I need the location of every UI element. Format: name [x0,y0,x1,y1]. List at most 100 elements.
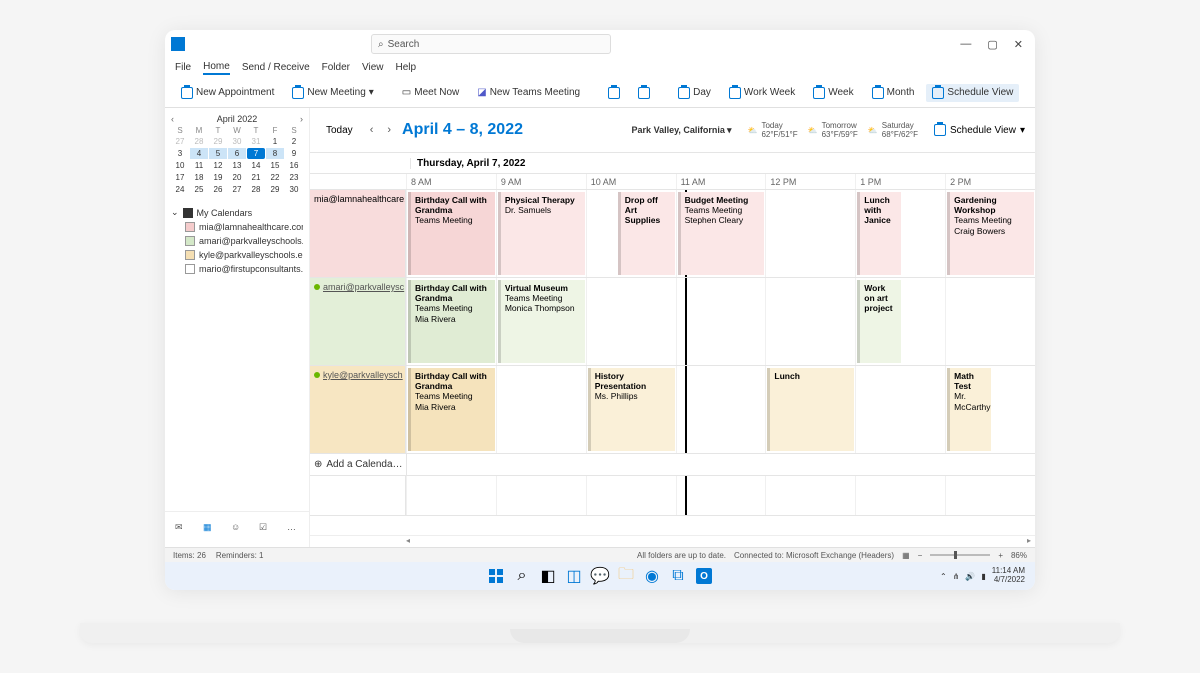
location-selector[interactable]: Park Valley, California ▾ [632,125,732,136]
row-label-amari[interactable]: amari@parkvalleysc [310,278,406,365]
mini-cal-day[interactable]: 15 [266,160,284,171]
time-cell[interactable]: Lunch [765,366,855,453]
weather-saturday[interactable]: ⛅Saturday68°F/62°F [868,121,918,139]
calendar-event[interactable]: Math TestMr. McCarthy [947,368,990,451]
mini-cal-day[interactable]: 18 [190,172,208,183]
mini-cal-day[interactable]: 27 [228,184,246,195]
calendar-nav-icon[interactable]: ▦ [203,522,215,538]
mini-cal-day[interactable]: 22 [266,172,284,183]
widgets-icon[interactable]: ◫ [565,567,583,585]
mini-cal-day[interactable]: 7 [247,148,265,159]
time-cell[interactable] [855,366,945,453]
day-view-button[interactable]: Day [672,84,717,102]
file-explorer-icon[interactable]: 🗀 [617,567,635,585]
more-nav-icon[interactable]: … [287,522,299,538]
prev-period-button[interactable]: ‹ [367,124,377,136]
people-icon[interactable]: ☺ [231,522,243,538]
mini-cal-day[interactable]: 25 [190,184,208,195]
workweek-view-button[interactable]: Work Week [723,84,801,102]
mini-cal-day[interactable]: 1 [266,136,284,147]
tab-view[interactable]: View [362,62,384,73]
mini-cal-day[interactable]: 17 [171,172,189,183]
new-teams-meeting-button[interactable]: ◪New Teams Meeting [471,84,586,101]
mini-cal-day[interactable]: 4 [190,148,208,159]
store-icon[interactable]: ⧉ [669,567,687,585]
mini-cal-day[interactable]: 16 [285,160,303,171]
zoom-slider[interactable] [930,554,990,556]
calendar-event[interactable]: Birthday Call with GrandmaTeams Meeting [408,192,495,275]
week-view-button[interactable]: Week [807,84,859,102]
battery-icon[interactable]: ▮ [981,572,985,581]
month-view-button[interactable]: Month [866,84,921,102]
time-cell[interactable]: Math TestMr. McCarthy [945,366,1035,453]
mini-cal-day[interactable]: 3 [171,148,189,159]
weather-tomorrow[interactable]: ⛅Tomorrow63°F/59°F [808,121,858,139]
schedule-body[interactable]: mia@lamnahealthcare.com Birthday Call wi… [310,190,1035,535]
calendar-item-mario[interactable]: mario@firstupconsultants.com [171,262,303,276]
time-cell[interactable] [765,278,855,365]
today-button[interactable]: Today [320,123,359,138]
tab-home[interactable]: Home [203,61,230,75]
tasks-icon[interactable]: ☑ [259,522,271,538]
mini-cal-day[interactable]: 5 [209,148,227,159]
search-input[interactable]: ⌕ Search [371,34,611,54]
mini-cal-day[interactable]: 12 [209,160,227,171]
row-label-kyle[interactable]: kyle@parkvalleysch [310,366,406,453]
calendar-event[interactable]: Birthday Call with GrandmaTeams Meeting … [408,368,495,451]
scroll-right-icon[interactable]: ▸ [1027,536,1031,545]
taskbar-search-icon[interactable]: ⌕ [513,567,531,585]
time-cell[interactable] [586,278,676,365]
time-cell[interactable]: Lunch with Janice [855,190,945,277]
tab-sendreceive[interactable]: Send / Receive [242,62,310,73]
calendar-event[interactable]: Drop off Art Supplies [618,192,675,275]
outlook-taskbar-icon[interactable]: O [695,567,713,585]
weather-today[interactable]: ⛅Today62°F/51°F [747,121,797,139]
mini-cal-day[interactable]: 30 [285,184,303,195]
time-cell[interactable]: Birthday Call with GrandmaTeams Meeting … [406,366,496,453]
calendar-event[interactable]: Work on art project [857,280,900,363]
time-cell[interactable]: Work on art project [855,278,945,365]
next-month-button[interactable]: › [300,114,303,124]
time-cell[interactable]: Birthday Call with GrandmaTeams Meeting … [406,278,496,365]
minimize-button[interactable]: — [960,38,971,51]
mini-cal-day[interactable]: 13 [228,160,246,171]
time-cell[interactable] [676,366,766,453]
next-period-button[interactable]: › [384,124,394,136]
my-calendars-group[interactable]: ⌄ My Calendars [171,205,303,220]
mini-cal-day[interactable]: 23 [285,172,303,183]
calendar-event[interactable]: Physical TherapyDr. Samuels [498,192,585,275]
meet-now-button[interactable]: ▭Meet Now [396,84,465,101]
time-cell[interactable] [496,366,586,453]
calendar-event[interactable]: Virtual MuseumTeams Meeting Monica Thomp… [498,280,585,363]
mini-cal-day[interactable]: 28 [190,136,208,147]
zoom-out-button[interactable]: − [918,551,923,560]
time-cell[interactable]: History PresentationMs. Phillips [586,366,676,453]
time-cell[interactable]: Virtual MuseumTeams Meeting Monica Thomp… [496,278,586,365]
calendar-event[interactable]: Lunch with Janice [857,192,900,275]
mini-cal-day[interactable]: 6 [228,148,246,159]
mini-cal-day[interactable]: 10 [171,160,189,171]
mini-cal-day[interactable]: 24 [171,184,189,195]
schedule-view-dropdown[interactable]: Schedule View▾ [934,124,1025,136]
mini-cal-day[interactable]: 26 [209,184,227,195]
mini-cal-day[interactable]: 30 [228,136,246,147]
calendar-item-mia[interactable]: mia@lamnahealthcare.com [171,220,303,234]
mini-cal-month[interactable]: April 2022 [217,114,258,124]
calendar-item-amari[interactable]: amari@parkvalleyschools.edu [171,234,303,248]
maximize-button[interactable]: ▢ [987,38,997,51]
time-cell[interactable] [676,278,766,365]
mini-cal-day[interactable]: 29 [209,136,227,147]
mini-cal-day[interactable]: 29 [266,184,284,195]
mini-cal-day[interactable]: 14 [247,160,265,171]
mini-cal-day[interactable]: 21 [247,172,265,183]
tab-file[interactable]: File [175,62,191,73]
horizontal-scrollbar[interactable]: ◂ ▸ [310,535,1035,547]
start-icon[interactable] [487,567,505,585]
time-cell[interactable]: Physical TherapyDr. Samuels [496,190,586,277]
chat-icon[interactable]: 💬 [591,567,609,585]
prev-month-button[interactable]: ‹ [171,114,174,124]
new-meeting-button[interactable]: New Meeting▾ [286,84,379,102]
tab-help[interactable]: Help [396,62,417,73]
add-calendar-button[interactable]: ⊕Add a Calenda… [310,454,406,475]
volume-icon[interactable]: 🔊 [965,572,975,581]
